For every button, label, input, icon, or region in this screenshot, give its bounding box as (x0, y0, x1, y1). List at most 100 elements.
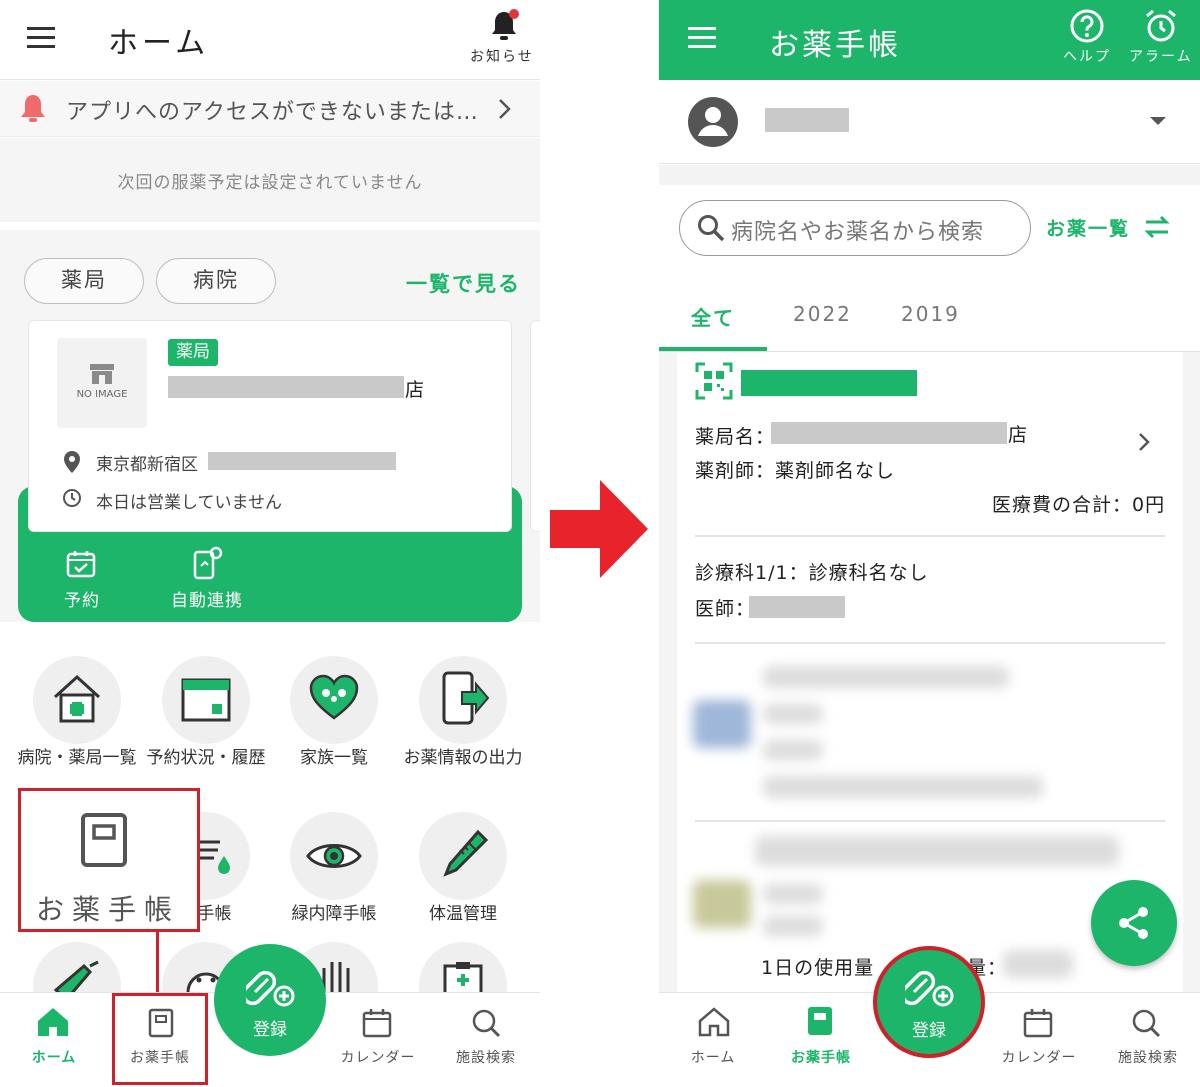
facility-address: 東京都新宿区 (96, 455, 198, 475)
nav-home[interactable]: ホーム (14, 1047, 94, 1067)
search-placeholder: 病院名やお薬名から検索 (731, 220, 985, 245)
auto-link-button[interactable]: 自動連携 (171, 586, 243, 611)
home-icon[interactable] (697, 1006, 731, 1038)
chevron-right-icon[interactable] (1138, 432, 1150, 452)
search-nav-icon[interactable] (1131, 1008, 1161, 1038)
divider (695, 642, 1165, 644)
search-icon (697, 214, 725, 242)
family-list-label: 家族一覧 (300, 748, 368, 768)
page-title: お薬手帳 (769, 28, 901, 63)
blurred-medicine-image (693, 880, 751, 928)
phone-link-icon[interactable] (192, 546, 224, 580)
facility-type-badge: 薬局 (168, 339, 218, 366)
schedule-text: 次回の服薬予定は設定されていません (117, 173, 423, 193)
user-selector[interactable] (659, 80, 1200, 164)
pharmacy-name-label: 薬局名： (695, 426, 776, 448)
house-plus-icon (51, 673, 103, 725)
medicine-list-link[interactable]: お薬一覧 (1046, 214, 1130, 241)
hospital-pharmacy-list-label: 病院・薬局一覧 (17, 748, 137, 768)
nav-notebook[interactable]: お薬手帳 (773, 1047, 869, 1067)
blurred-medicine-dose (763, 776, 1043, 798)
alarm-label[interactable]: アラーム (1129, 46, 1193, 66)
calendar-icon (180, 674, 232, 724)
no-image-label: NO IMAGE (76, 389, 128, 400)
tab-2022[interactable]: 2022 (793, 302, 852, 326)
notebook-icon (80, 812, 128, 868)
menu-icon[interactable] (687, 26, 719, 50)
temperature-label: 体温管理 (429, 904, 497, 924)
tab-indicator (659, 347, 767, 351)
arrow-right-icon (548, 478, 650, 580)
store-icon (88, 362, 116, 386)
swap-arrows-icon[interactable] (1142, 214, 1172, 240)
calendar-nav-icon[interactable] (362, 1008, 392, 1038)
redacted-pharmacy-name (771, 422, 1007, 444)
redacted-record-title (741, 370, 917, 396)
notifications-label[interactable]: お知らせ (470, 46, 534, 66)
department-text: 診療科1/1：診療科名なし (695, 562, 929, 584)
hand-drop-icon (196, 832, 236, 878)
bell-icon[interactable] (486, 8, 522, 44)
location-pin-icon (62, 450, 82, 474)
redacted-address (208, 452, 396, 470)
chevron-right-icon[interactable] (498, 98, 512, 120)
next-facility-card[interactable] (530, 320, 540, 532)
pharmacy-chip[interactable]: 薬局 (24, 258, 144, 304)
facility-hours: 本日は営業していません (96, 493, 282, 513)
glaucoma-notebook-label: 緑内障手帳 (291, 904, 377, 924)
blurred-medicine-line (763, 884, 823, 904)
doctor-label: 医師： (695, 598, 756, 620)
nav-home[interactable]: ホーム (673, 1047, 753, 1067)
help-icon[interactable] (1069, 8, 1105, 44)
pill-plus-icon (905, 964, 955, 1010)
hospital-chip[interactable]: 病院 (156, 258, 276, 304)
reserve-button[interactable]: 予約 (64, 586, 100, 611)
blurred-medicine-image (693, 700, 751, 748)
calendar-nav-icon[interactable] (1023, 1008, 1053, 1038)
medicine-notebook-label: お薬手帳 (36, 893, 181, 926)
notebook-header (659, 0, 1200, 80)
page-title: ホーム (108, 26, 210, 61)
nav-facility-search[interactable]: 施設検索 (444, 1047, 528, 1067)
blurred-medicine-name (755, 836, 1119, 866)
search-nav-icon[interactable] (471, 1008, 501, 1038)
reservation-history-label: 予約状況・履歴 (146, 748, 266, 768)
view-all-link[interactable]: 一覧で見る (406, 268, 521, 298)
clock-icon (62, 488, 82, 508)
section-gap (659, 165, 1200, 185)
redacted-doctor-name (749, 596, 845, 618)
syringe-icon (52, 960, 102, 994)
notebook-nav-icon[interactable] (807, 1006, 833, 1036)
home-screen: ホーム お知らせ アプリへのアクセスができないまたは… 次回の服薬予定は設定され… (0, 0, 540, 1087)
nav-notebook-highlight (112, 993, 208, 1085)
nav-calendar[interactable]: カレンダー (332, 1047, 424, 1067)
menu-icon[interactable] (26, 26, 58, 50)
tab-2019[interactable]: 2019 (901, 302, 960, 326)
blurred-medicine-line (763, 704, 823, 724)
register-label: 登録 (253, 1020, 287, 1040)
redacted-facility-name (168, 376, 404, 398)
nav-calendar[interactable]: カレンダー (993, 1047, 1085, 1067)
medical-cost-total: 医療費の合計：0円 (992, 494, 1166, 516)
nav-facility-search[interactable]: 施設検索 (1105, 1047, 1191, 1067)
eye-icon (306, 838, 362, 874)
home-icon[interactable] (36, 1006, 70, 1038)
family-heart-icon (308, 674, 360, 722)
pharmacy-name-suffix: 店 (1008, 424, 1029, 446)
home-header (0, 0, 540, 80)
highlight-connector (156, 932, 159, 994)
medicine-notebook-screen: お薬手帳 ヘルプ アラーム 病院名やお薬名から検索 お薬一覧 全て 2022 2… (659, 0, 1200, 1087)
blurred-medicine-name (763, 666, 1009, 688)
redacted-user-name (765, 108, 849, 132)
help-label[interactable]: ヘルプ (1063, 46, 1111, 66)
alarm-clock-icon[interactable] (1143, 8, 1179, 44)
qr-code-icon (695, 362, 733, 400)
thermometer-icon (438, 828, 490, 880)
calendar-check-icon[interactable] (66, 550, 96, 578)
blurred-medicine-line (763, 916, 823, 936)
daily-usage-label: 1日の使用量 (761, 957, 875, 979)
tab-all[interactable]: 全て (691, 302, 735, 331)
phone-export-icon (438, 670, 490, 726)
dropdown-caret-icon[interactable] (1149, 116, 1167, 126)
register-label: 登録 (912, 1021, 946, 1041)
